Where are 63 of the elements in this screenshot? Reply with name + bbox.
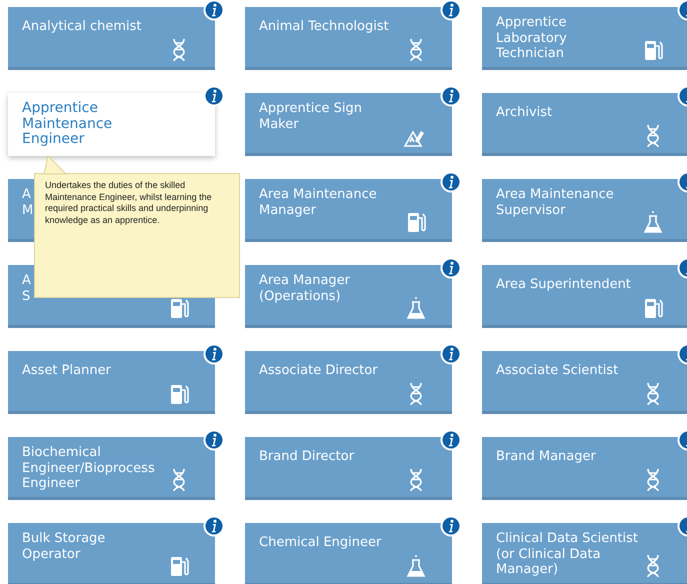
job-tile[interactable]: Apprentice Sign Maker [245,93,452,156]
job-title: Apprentice Maintenance Engineer [22,101,112,148]
info-icon[interactable] [440,85,462,107]
tooltip-pointer [44,156,68,174]
job-title: Apprentice Laboratory Technician [496,15,567,62]
job-title: Area Maintenance Manager [259,187,377,218]
job-tile[interactable]: Bulk Storage Operator [8,523,215,584]
info-icon[interactable] [203,429,225,451]
job-tile[interactable]: Associate Scientist [482,351,687,414]
info-icon[interactable] [440,343,462,365]
job-tile[interactable]: Chemical Engineer [245,523,452,584]
job-tile[interactable]: Biochemical Engineer/Bioprocess Engineer [8,437,215,500]
flask-icon [643,210,663,234]
fuel-pump-icon [169,554,189,578]
job-tile[interactable]: Animal Technologist [245,7,452,70]
job-title: Apprentice Sign Maker [259,101,362,132]
job-tile[interactable]: Clinical Data Scientist (or Clinical Data Manager) [482,523,687,584]
job-title: Area Superintendent [496,277,631,292]
job-title: Area Manager (Operations) [259,273,350,304]
info-icon[interactable] [440,257,462,279]
job-title: Analytical chemist [22,19,142,34]
job-title: A S [22,273,31,304]
flask-icon [406,296,426,320]
fuel-pump-icon [406,210,426,234]
job-tile[interactable]: Archivist [482,93,687,156]
job-title: Asset Planner [22,363,111,378]
info-icon[interactable] [203,0,225,21]
job-tile[interactable]: Analytical chemist [8,7,215,70]
fuel-pump-icon [169,296,189,320]
tooltip: Undertakes the duties of the skilled Maintenance Engineer, whilst learning the required practical skills and underpinning knowledge as an apprentice. [34,173,240,298]
flask-icon [406,554,426,578]
fuel-pump-icon [643,296,663,320]
job-tile[interactable]: Brand Director [245,437,452,500]
job-tile[interactable]: Brand Manager [482,437,687,500]
job-tile[interactable]: Area Manager (Operations) [245,265,452,328]
job-title: Area Maintenance Supervisor [496,187,614,218]
job-tile[interactable]: Associate Director [245,351,452,414]
fuel-pump-icon [643,38,663,62]
job-tile[interactable]: Apprentice Maintenance Engineer [8,93,215,156]
info-icon[interactable] [203,343,225,365]
info-icon[interactable] [440,515,462,537]
job-tile[interactable]: Asset Planner [8,351,215,414]
fuel-pump-icon [169,382,189,406]
job-title: Associate Scientist [496,363,618,378]
job-title: Animal Technologist [259,19,389,34]
job-title: Brand Manager [496,449,596,464]
job-tile[interactable]: Area Maintenance Manager [245,179,452,242]
job-tile[interactable]: Apprentice Laboratory Technician [482,7,687,70]
info-icon[interactable] [440,0,462,21]
job-title: Bulk Storage Operator [22,531,106,562]
info-icon[interactable] [440,429,462,451]
job-tile[interactable]: Area Superintendent [482,265,687,328]
job-title: Clinical Data Scientist (or Clinical Data Manager) [496,531,638,578]
job-tile[interactable]: Area Maintenance Supervisor [482,179,687,242]
job-title: A M [22,187,34,218]
job-title: Brand Director [259,449,354,464]
info-icon[interactable] [203,85,225,107]
job-title: Chemical Engineer [259,535,382,550]
job-title: Associate Director [259,363,378,378]
job-title: Archivist [496,105,552,120]
info-icon[interactable] [203,515,225,537]
job-title: Biochemical Engineer/Bioprocess Engineer [22,445,155,492]
info-icon[interactable] [440,171,462,193]
